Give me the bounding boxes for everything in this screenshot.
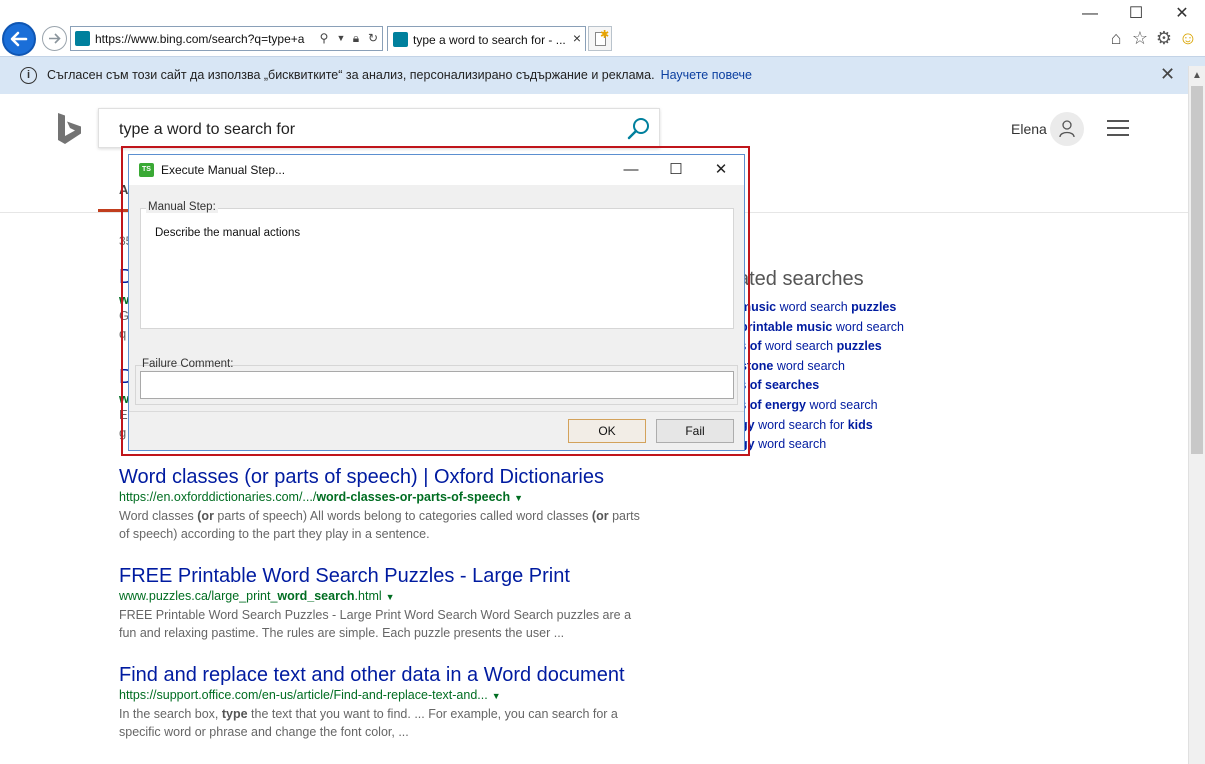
result-snippet: In the search box, type the text that yo… bbox=[119, 707, 618, 739]
close-icon[interactable]: ✕ bbox=[710, 159, 732, 181]
dialog-separator bbox=[129, 411, 744, 412]
new-tab-button[interactable]: ✱ bbox=[588, 26, 612, 51]
favorites-star-icon[interactable]: ☆ bbox=[1130, 28, 1150, 48]
cookie-text: Съгласен съм този сайт да използва „биск… bbox=[47, 68, 655, 82]
related-searches-heading: ated searches bbox=[738, 268, 864, 290]
vertical-scrollbar[interactable]: ▲ bbox=[1188, 66, 1205, 764]
result-url[interactable]: https://en.oxforddictionaries.com/.../wo… bbox=[119, 489, 644, 507]
related-search-item[interactable]: gy word search bbox=[740, 437, 826, 451]
related-search-item[interactable]: stone word search bbox=[740, 359, 845, 373]
info-icon: i bbox=[20, 67, 37, 84]
forward-button[interactable] bbox=[42, 26, 67, 51]
search-result: Find and replace text and other data in … bbox=[119, 663, 644, 741]
related-search-item[interactable]: music word search puzzles bbox=[740, 300, 896, 314]
bing-favicon bbox=[393, 32, 408, 47]
browser-tab[interactable]: type a word to search for - ... × bbox=[387, 26, 586, 51]
user-icon bbox=[1059, 120, 1075, 138]
bing-favicon bbox=[75, 31, 90, 46]
refresh-icon[interactable]: ↻ bbox=[366, 31, 380, 46]
search-input[interactable]: type a word to search for bbox=[119, 121, 295, 139]
failure-comment-label: Failure Comment: bbox=[142, 358, 234, 370]
bing-logo-icon[interactable] bbox=[56, 112, 84, 146]
smiley-icon[interactable]: ☺ bbox=[1178, 28, 1198, 48]
ok-button[interactable]: OK bbox=[568, 419, 646, 443]
forward-arrow-icon bbox=[49, 33, 61, 44]
minimize-icon[interactable]: — bbox=[1080, 4, 1100, 24]
related-search-item[interactable]: printable music word search bbox=[740, 320, 904, 334]
search-box[interactable]: type a word to search for bbox=[98, 108, 660, 148]
caret-down-icon[interactable]: ▼ bbox=[514, 493, 523, 503]
scrollbar-thumb[interactable] bbox=[1191, 86, 1203, 454]
home-icon[interactable]: ⌂ bbox=[1106, 28, 1126, 48]
result-title-link[interactable]: Word classes (or parts of speech) | Oxfo… bbox=[119, 465, 644, 489]
dialog-title: Execute Manual Step... bbox=[161, 163, 286, 177]
manual-step-text: Describe the manual actions bbox=[155, 227, 301, 239]
close-icon[interactable]: ✕ bbox=[1160, 64, 1175, 85]
gear-icon[interactable]: ⚙ bbox=[1154, 28, 1174, 48]
cookie-message: Съгласен съм този сайт да използва „биск… bbox=[47, 68, 752, 82]
tab-title: type a word to search for - ... bbox=[413, 33, 566, 47]
user-name[interactable]: Elena bbox=[1011, 121, 1047, 137]
related-search-item[interactable]: s of searches bbox=[740, 378, 819, 392]
result-title-link[interactable]: FREE Printable Word Search Puzzles - Lar… bbox=[119, 564, 644, 588]
fail-button[interactable]: Fail bbox=[656, 419, 734, 443]
close-window-icon[interactable]: ✕ bbox=[1172, 4, 1192, 24]
search-result: Word classes (or parts of speech) | Oxfo… bbox=[119, 465, 644, 543]
address-url[interactable]: https://www.bing.com/search?q=type+a bbox=[95, 32, 317, 46]
caret-down-icon[interactable]: ▼ bbox=[492, 691, 501, 701]
result-snippet: FREE Printable Word Search Puzzles - Lar… bbox=[119, 608, 632, 640]
execute-manual-step-dialog: TS Execute Manual Step... — ☐ ✕ Manual S… bbox=[128, 154, 745, 451]
maximize-icon[interactable]: ☐ bbox=[665, 159, 687, 181]
address-bar[interactable]: https://www.bing.com/search?q=type+a ⚲ ▼… bbox=[70, 26, 383, 51]
sparkle-icon: ✱ bbox=[600, 29, 610, 41]
failure-comment-input[interactable] bbox=[140, 371, 734, 399]
learn-more-link[interactable]: Научете повече bbox=[661, 68, 752, 82]
search-result: FREE Printable Word Search Puzzles - Lar… bbox=[119, 564, 644, 642]
result-title-link[interactable]: Find and replace text and other data in … bbox=[119, 663, 644, 687]
close-tab-icon[interactable]: × bbox=[573, 30, 581, 46]
manual-step-label: Manual Step: bbox=[146, 201, 218, 213]
related-search-item[interactable]: s of word search puzzles bbox=[740, 339, 882, 353]
browser-chrome: https://www.bing.com/search?q=type+a ⚲ ▼… bbox=[0, 0, 1205, 56]
minimize-icon[interactable]: — bbox=[620, 159, 642, 181]
testsuite-logo-icon: TS bbox=[139, 163, 154, 177]
dialog-titlebar[interactable]: TS Execute Manual Step... — ☐ ✕ bbox=[129, 155, 744, 185]
caret-down-icon[interactable]: ▼ bbox=[386, 592, 395, 602]
search-icon[interactable]: ⚲ bbox=[317, 31, 331, 46]
dropdown-icon[interactable]: ▼ bbox=[334, 31, 348, 46]
avatar[interactable] bbox=[1050, 112, 1084, 146]
search-icon[interactable] bbox=[627, 117, 651, 141]
scroll-up-icon[interactable]: ▲ bbox=[1192, 70, 1202, 81]
result-url[interactable]: https://support.office.com/en-us/article… bbox=[119, 687, 644, 705]
back-button[interactable] bbox=[2, 22, 36, 56]
hamburger-menu-icon[interactable] bbox=[1107, 120, 1129, 136]
related-search-item[interactable]: gy word search for kids bbox=[740, 418, 873, 432]
result-snippet: Word classes (or parts of speech) All wo… bbox=[119, 509, 640, 541]
related-search-item[interactable]: s of energy word search bbox=[740, 398, 878, 412]
lock-icon[interactable]: 🔒︎ bbox=[349, 31, 363, 46]
maximize-icon[interactable]: ☐ bbox=[1126, 4, 1146, 24]
cookie-notification-bar: i Съгласен съм този сайт да използва „би… bbox=[0, 56, 1205, 94]
back-arrow-icon bbox=[10, 31, 28, 47]
result-url[interactable]: www.puzzles.ca/large_print_word_search.h… bbox=[119, 588, 644, 606]
